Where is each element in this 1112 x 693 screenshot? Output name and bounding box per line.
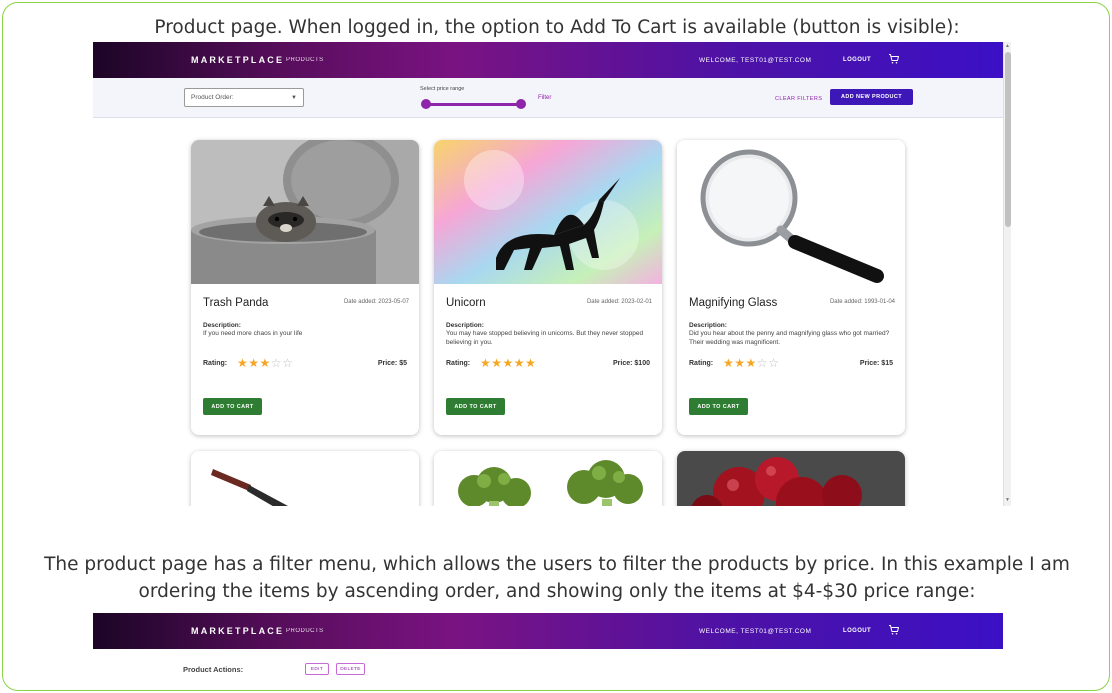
product-order-label: Product Order: [191,94,234,101]
star-filled-icon: ★ [248,356,260,370]
product-image-broccoli [434,451,662,506]
product-title: Unicorn [446,297,486,309]
star-empty-icon: ☆ [282,356,294,370]
product-card: Trash Panda Date added: 2023-05-07 Descr… [191,140,419,435]
add-to-cart-button[interactable]: ADD TO CART [446,398,505,415]
star-empty-icon: ☆ [768,356,780,370]
scrollbar-thumb[interactable] [1005,52,1011,227]
product-description: If you need more chaos in your life [203,330,303,337]
rating-stars: ★★★★★ [480,356,536,370]
scroll-down-icon[interactable]: ▼ [1005,497,1010,503]
product-image-raccoon [191,140,419,284]
product-price: Price: $100 [613,360,650,367]
description-label: Description: [203,322,241,329]
logout-button[interactable]: LOGOUT [843,57,871,63]
product-image-apples [677,451,905,506]
product-title: Magnifying Glass [689,297,778,309]
brand-logo[interactable]: MARKETPLACE [191,626,284,636]
star-filled-icon: ★ [723,356,735,370]
star-filled-icon: ★ [502,356,514,370]
caption-middle-line1: The product page has a filter menu, whic… [44,554,1070,575]
add-to-cart-button[interactable]: ADD TO CART [689,398,748,415]
product-date: Date added: 2023-02-01 [586,299,652,305]
brand-logo[interactable]: MARKETPLACE [191,55,284,65]
star-empty-icon: ☆ [270,356,283,370]
rating-stars: ★★★☆☆ [237,356,293,370]
star-filled-icon: ★ [480,356,492,370]
product-order-select[interactable]: Product Order: ▼ [184,88,304,107]
product-card [434,451,662,506]
price-range-min-handle[interactable] [421,99,431,109]
rating-label: Rating: [446,360,471,367]
star-filled-icon: ★ [513,356,526,370]
nav-products-link[interactable]: PRODUCTS [286,57,324,63]
caption-top: Product page. When logged in, the option… [154,17,960,38]
welcome-text: WELCOME, TEST01@TEST.COM [699,56,812,64]
chevron-down-icon: ▼ [291,95,297,101]
add-to-cart-button[interactable]: ADD TO CART [203,398,262,415]
filter-link[interactable]: Filter [538,95,551,101]
product-title: Trash Panda [203,297,269,309]
product-card: Magnifying Glass Date added: 1993-01-04 … [677,140,905,435]
logout-button[interactable]: LOGOUT [843,628,871,634]
rating-stars: ★★★☆☆ [723,356,779,370]
scroll-up-icon[interactable]: ▲ [1005,43,1010,49]
cart-icon[interactable] [888,624,900,636]
description-label: Description: [446,322,484,329]
product-price: Price: $15 [859,360,893,367]
add-new-product-button[interactable]: ADD NEW PRODUCT [830,89,913,105]
navbar: MARKETPLACE PRODUCTS WELCOME, TEST01@TES… [93,42,1003,78]
caption-middle: The product page has a filter menu, whic… [3,551,1109,605]
caption-middle-line2: ordering the items by ascending order, a… [138,581,976,602]
nav-products-link[interactable]: PRODUCTS [286,628,324,634]
product-image-knife [191,451,419,506]
product-actions-label: Product Actions: [183,665,244,674]
star-filled-icon: ★ [237,356,249,370]
star-filled-icon: ★ [525,356,537,370]
price-range-max-handle[interactable] [516,99,526,109]
product-date: Date added: 1993-01-04 [829,299,895,305]
description-label: Description: [689,322,727,329]
product-description: Did you hear about the penny and magnify… [689,330,890,346]
product-card: Unicorn Date added: 2023-02-01 Descripti… [434,140,662,435]
product-actions-row: Product Actions: EDIT DELETE [93,649,1011,690]
star-filled-icon: ★ [734,356,746,370]
product-actions-screenshot: MARKETPLACE PRODUCTS WELCOME, TEST01@TES… [93,613,1011,690]
document-frame: Product page. When logged in, the option… [2,2,1110,691]
delete-button[interactable]: DELETE [336,663,365,675]
star-empty-icon: ☆ [756,356,769,370]
page-scrollbar[interactable]: ▲ ▼ [1003,42,1011,506]
product-price: Price: $5 [377,360,407,367]
product-image-unicorn [434,140,662,284]
star-filled-icon: ★ [259,356,271,370]
product-description: You may have stopped believing in unicor… [446,330,644,346]
star-filled-icon: ★ [491,356,503,370]
rating-label: Rating: [689,360,714,367]
welcome-text: WELCOME, TEST01@TEST.COM [699,627,812,635]
price-range-label: Select price range [420,86,465,92]
product-date: Date added: 2023-05-07 [343,299,409,305]
cart-icon[interactable] [888,53,900,65]
rating-label: Rating: [203,360,228,367]
star-filled-icon: ★ [745,356,757,370]
product-card [677,451,905,506]
product-page-screenshot: MARKETPLACE PRODUCTS WELCOME, TEST01@TES… [93,42,1011,506]
clear-filters-link[interactable]: CLEAR FILTERS [775,96,822,102]
product-card [191,451,419,506]
filter-bar: Product Order: ▼ Select price range Filt… [93,78,1003,118]
navbar: MARKETPLACE PRODUCTS WELCOME, TEST01@TES… [93,613,1003,649]
price-range-track[interactable] [426,103,521,106]
product-image-magnifying-glass [677,140,905,284]
edit-button[interactable]: EDIT [305,663,329,675]
